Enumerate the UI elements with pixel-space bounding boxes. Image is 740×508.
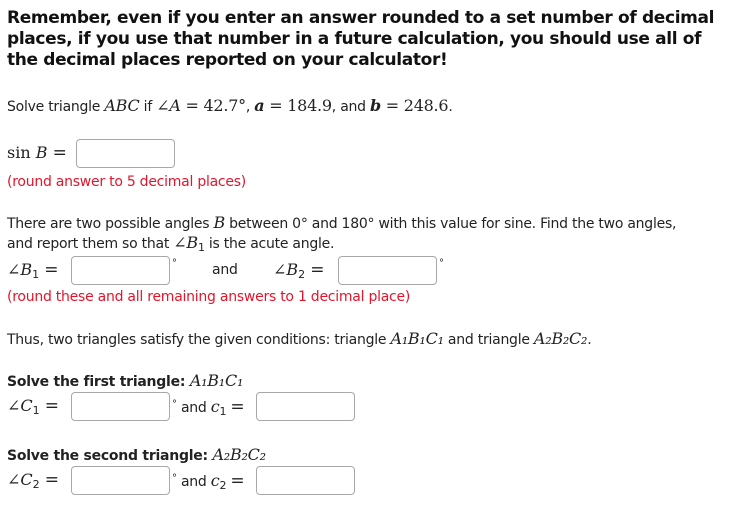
- c1-label: ° and c1 =: [172, 397, 245, 419]
- subscript: 1: [32, 268, 40, 281]
- angle-label: ∠C: [7, 470, 33, 489]
- thus-statement: Thus, two triangles satisfy the given co…: [7, 329, 592, 349]
- heading-text: Solve the first triangle:: [7, 374, 190, 390]
- C2-label: ∠C2 =: [7, 470, 59, 491]
- and-text: , and: [331, 99, 370, 115]
- sin-fn: sin: [7, 143, 31, 162]
- problem-if: if: [139, 99, 157, 115]
- subscript: 2: [32, 478, 40, 491]
- side-b-value: 248.6: [403, 96, 449, 115]
- thus-text: and triangle: [443, 332, 534, 348]
- warning-line-3: the decimal places reported on your calc…: [7, 50, 448, 70]
- C2-input[interactable]: [71, 466, 170, 495]
- period: .: [587, 332, 592, 348]
- angle-label: ∠B: [7, 260, 33, 279]
- prompt-text: and report them so that: [7, 236, 174, 252]
- angles-prompt-line2: and report them so that ∠B1 is the acute…: [7, 233, 335, 255]
- c2-label: ° and c2 =: [172, 471, 245, 493]
- B1-input[interactable]: [71, 256, 170, 285]
- side-var-a: a: [254, 96, 265, 115]
- equals: =: [230, 397, 245, 417]
- and-label: and: [212, 262, 238, 278]
- sinB-label: sin B =: [7, 143, 67, 163]
- C1-input[interactable]: [71, 392, 170, 421]
- triangle-1-name: A₁B₁C₁: [390, 329, 444, 348]
- c2-input[interactable]: [256, 466, 355, 495]
- equals: =: [44, 470, 59, 490]
- B2-label: ∠B2 =: [273, 260, 325, 281]
- B2-input[interactable]: [338, 256, 437, 285]
- heading-text: Solve the second triangle:: [7, 448, 213, 464]
- sinB-input[interactable]: [76, 139, 175, 168]
- side-a-value: 184.9: [287, 96, 332, 115]
- subscript: 1: [32, 404, 40, 417]
- prompt-text: There are two possible angles: [7, 216, 214, 232]
- degree-symbol: °: [172, 399, 177, 410]
- triangle-name: ABC: [104, 96, 140, 115]
- angle-B1: ∠B: [173, 233, 198, 252]
- period: .: [448, 99, 453, 115]
- degree-symbol: °: [172, 258, 177, 269]
- var-B: B: [35, 143, 48, 162]
- sinB-hint: (round answer to 5 decimal places): [7, 174, 247, 190]
- calculator-warning: Remember, even if you enter an answer ro…: [7, 8, 714, 71]
- var-B: B: [213, 213, 225, 232]
- equals: =: [310, 260, 325, 280]
- angle-A-value: 42.7°: [203, 96, 247, 115]
- second-triangle-heading: Solve the second triangle: A₂B₂C₂: [7, 446, 266, 465]
- C1-label: ∠C1 =: [7, 396, 59, 417]
- side-var-b: b: [370, 96, 381, 115]
- first-triangle-heading: Solve the first triangle: A₁B₁C₁: [7, 372, 243, 391]
- equals: =: [52, 143, 67, 163]
- heading-math: A₁B₁C₁: [189, 371, 244, 390]
- angle-label: ∠B: [273, 260, 299, 279]
- c1-input[interactable]: [256, 392, 355, 421]
- subscript: 2: [298, 268, 306, 281]
- triangle-2-name: A₂B₂C₂: [533, 329, 588, 348]
- angle-var-A: A: [169, 96, 181, 115]
- B1-label: ∠B1 =: [7, 260, 59, 281]
- subscript: 2: [219, 479, 227, 492]
- rounding-hint: (round these and all remaining answers t…: [7, 289, 411, 305]
- equals: =: [44, 396, 59, 416]
- and-text: and: [176, 474, 211, 490]
- subscript: 1: [197, 241, 205, 254]
- and-text: and: [176, 400, 211, 416]
- equals: =: [264, 96, 288, 115]
- thus-text: Thus, two triangles satisfy the given co…: [7, 332, 391, 348]
- equals: =: [230, 471, 245, 491]
- prompt-text: between 0° and 180° with this value for …: [224, 216, 677, 232]
- degree-symbol: °: [172, 473, 177, 484]
- problem-prefix: Solve triangle: [7, 99, 105, 115]
- warning-line-2: places, if you use that number in a futu…: [7, 29, 702, 49]
- heading-math: A₂B₂C₂: [212, 445, 266, 464]
- warning-line-1: Remember, even if you enter an answer ro…: [7, 8, 715, 28]
- equals: =: [44, 260, 59, 280]
- angles-prompt-line1: There are two possible angles B between …: [7, 214, 676, 233]
- equals: =: [380, 96, 404, 115]
- degree-symbol: °: [439, 258, 444, 269]
- problem-statement: Solve triangle ABC if ∠A = 42.7°, a = 18…: [7, 97, 453, 116]
- equals: =: [180, 96, 204, 115]
- subscript: 1: [219, 405, 227, 418]
- prompt-text: is the acute angle.: [204, 236, 335, 252]
- angle-label: ∠C: [7, 396, 33, 415]
- angle-symbol: ∠: [156, 96, 170, 115]
